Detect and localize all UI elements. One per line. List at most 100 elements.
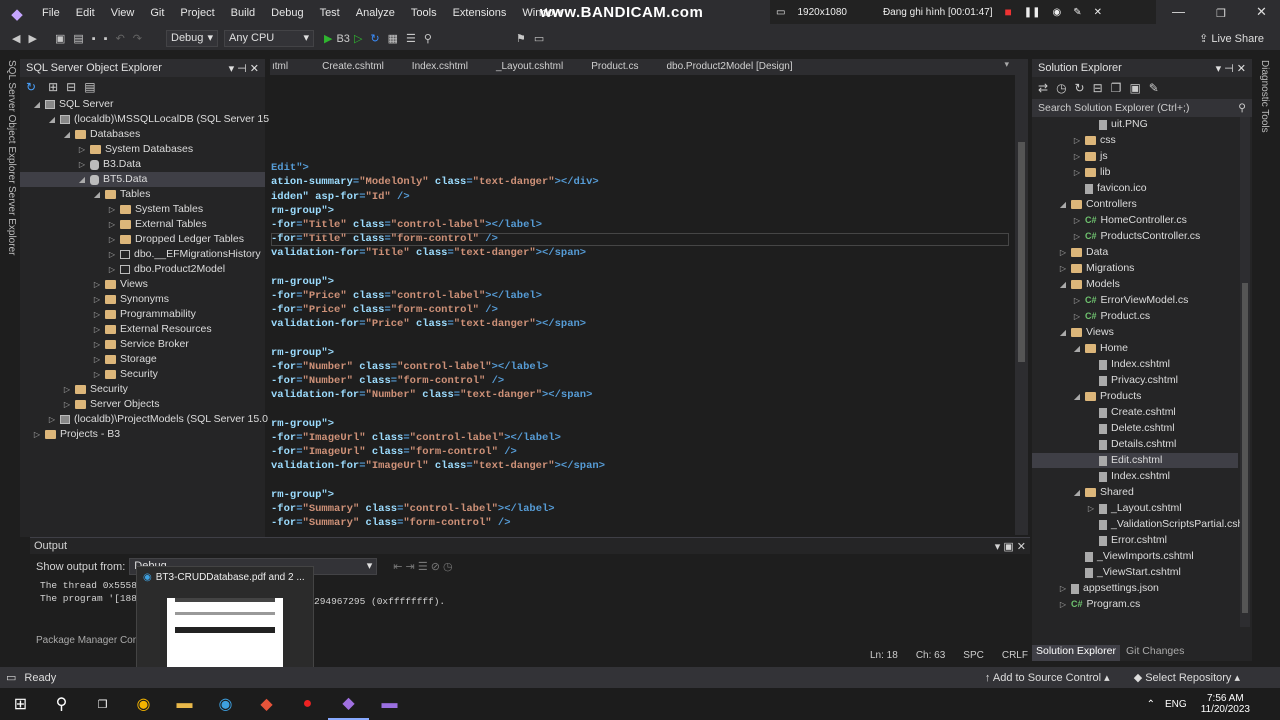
properties-icon[interactable]: ✎ [1149,81,1159,95]
menu-edit[interactable]: Edit [68,0,103,27]
monitor-icon[interactable]: ▭ [776,7,785,18]
file-explorer-icon[interactable]: ▬ [164,688,205,720]
tab-solution-explorer[interactable]: Solution Explorer [1032,645,1120,661]
expand-toggle-icon[interactable]: ◢ [1058,277,1068,292]
solution-tree-item[interactable]: ◢ Views [1058,325,1114,340]
configuration-select[interactable]: Debug ▾ [166,30,218,47]
expand-toggle-icon[interactable]: ◢ [1058,197,1068,212]
solution-scrollbar[interactable] [1240,117,1250,627]
sql-tree-item[interactable]: ▷ External Resources [92,322,212,337]
expand-toggle-icon[interactable]: ◢ [77,172,87,187]
solution-tree-item[interactable]: ◢ Controllers [1058,197,1137,212]
menu-view[interactable]: View [103,0,143,27]
sql-tree-item[interactable]: ▷ Programmability [92,307,196,322]
expand-toggle-icon[interactable]: ▷ [77,142,87,157]
menu-project[interactable]: Project [172,0,222,27]
close-recording-icon[interactable]: ✕ [1094,7,1102,18]
menu-analyze[interactable]: Analyze [348,0,403,27]
add-server-icon[interactable]: ⊞ [48,80,58,94]
tab-git-changes[interactable]: Git Changes [1120,645,1190,661]
sql-tree-item[interactable]: ▷ Projects - B3 [32,427,120,442]
expand-toggle-icon[interactable]: ▷ [1058,261,1068,276]
save-icon[interactable]: ▪ [92,33,96,45]
visual-studio-logo-icon[interactable]: ◆ [0,5,34,23]
solution-tree-item[interactable]: ▷ _Layout.cshtml [1086,501,1182,516]
solution-tree-item[interactable]: ▷ C# Program.cs [1058,597,1140,612]
menu-extensions[interactable]: Extensions [445,0,515,27]
output-panel-controls[interactable]: ▾ ▣ ✕ [995,540,1026,553]
scroll-thumb[interactable] [1242,283,1248,613]
sql-tree-item[interactable]: ▷ B3.Data [77,157,141,172]
sql-tree-item[interactable]: ▷ System Databases [77,142,193,157]
sql-tree-item[interactable]: ◢ Tables [92,187,150,202]
show-all-icon[interactable]: ▣ [1129,81,1140,95]
select-repository-button[interactable]: ◆ Select Repository ▴ [1134,671,1240,684]
expand-toggle-icon[interactable]: ◢ [1058,325,1068,340]
refresh-icon[interactable]: ↻ [370,32,379,45]
solution-tree-item[interactable]: ◢ Shared [1072,485,1134,500]
line-ending[interactable]: CRLF [1002,650,1028,661]
add-source-control-button[interactable]: ↑ Add to Source Control ▴ [985,671,1110,684]
sql-tree-item[interactable]: ◢ SQL Server [32,97,114,112]
vs-installer-icon[interactable]: ▬ [369,688,410,720]
solution-tree-item[interactable]: _ViewImports.cshtml [1072,549,1194,564]
panel-menu-icon[interactable]: ▾ ⊣ ✕ [1216,62,1246,75]
solution-tree-item[interactable]: ▷ Migrations [1058,261,1135,276]
solution-tree-item[interactable]: ▷ C# Product.cs [1072,309,1150,324]
save-all-icon[interactable]: ▪ [104,33,108,45]
menu-test[interactable]: Test [312,0,348,27]
sql-tree-item[interactable]: ▷ Synonyms [92,292,169,307]
expand-toggle-icon[interactable]: ▷ [92,367,102,382]
bandicam-icon[interactable]: ● [287,688,328,720]
solution-tree-item[interactable]: ▷ Data [1058,245,1108,260]
chrome-icon[interactable]: ◉ [123,688,164,720]
sql-tree-item[interactable]: ▷ Dropped Ledger Tables [107,232,244,247]
pen-icon[interactable]: ✎ [1073,7,1081,18]
expand-toggle-icon[interactable]: ▷ [107,247,117,262]
solution-tree-item[interactable]: Index.cshtml [1086,357,1170,372]
git-icon[interactable]: ⚲ [424,32,432,45]
expand-toggle-icon[interactable]: ▷ [1072,133,1082,148]
expand-toggle-icon[interactable]: ▷ [107,232,117,247]
expand-toggle-icon[interactable]: ▷ [77,157,87,172]
language-indicator[interactable]: ENG [1165,699,1187,710]
solution-tree-item[interactable]: Privacy.cshtml [1086,373,1178,388]
expand-toggle-icon[interactable]: ◢ [47,112,57,127]
stop-record-icon[interactable]: ■ [1004,5,1011,19]
disconnect-icon[interactable]: ⊟ [66,80,76,94]
sql-tree-item[interactable]: ▷ Service Broker [92,337,189,352]
expand-toggle-icon[interactable]: ▷ [92,352,102,367]
tab-5[interactable]: dbo.Product2Model [Design] [652,59,806,75]
expand-toggle-icon[interactable]: ▷ [1058,245,1068,260]
vtab-diagnostic-tools[interactable]: Diagnostic Tools [1259,60,1270,133]
redo-icon[interactable]: ↷ [133,32,142,45]
tab-3[interactable]: _Layout.cshtml [482,59,577,75]
expand-toggle-icon[interactable]: ▷ [47,412,57,427]
sql-tree-item[interactable]: ◢ (localdb)\MSSQLLocalDB (SQL Server 15 [47,112,269,127]
tab-package-manager[interactable]: Package Manager Cons [36,635,143,646]
new-project-icon[interactable]: ▣ [55,32,65,45]
sql-tree-item[interactable]: ▷ Security [92,367,158,382]
open-icon[interactable]: ▤ [73,32,83,45]
expand-toggle-icon[interactable]: ▷ [1072,149,1082,164]
expand-toggle-icon[interactable]: ▷ [92,307,102,322]
refresh-icon[interactable]: ↻ [26,80,36,94]
restore-icon[interactable]: ❐ [1216,7,1226,20]
solution-tree-item[interactable]: ▷ C# ProductsController.cs [1072,229,1200,244]
task-view-icon[interactable]: ❐ [82,688,123,720]
vtab-sql-object-explorer[interactable]: SQL Server Object Explorer [6,60,17,184]
sql-tree-item[interactable]: ▷ Security [62,382,128,397]
solution-tree-item[interactable]: ▷ lib [1072,165,1111,180]
back-icon[interactable]: ◀ [12,32,20,45]
solution-tree-item[interactable]: Edit.cshtml [1032,453,1238,468]
expand-toggle-icon[interactable]: ▷ [1072,165,1082,180]
expand-toggle-icon[interactable]: ▷ [1058,597,1068,612]
whitespace-mode[interactable]: SPC [963,650,984,661]
sql-tree-item[interactable]: ▷ Views [92,277,148,292]
expand-toggle-icon[interactable]: ▷ [107,217,117,232]
solution-tree-item[interactable]: favicon.ico [1072,181,1147,196]
sync-icon[interactable]: ⇄ [1038,81,1048,95]
filter-icon[interactable]: ▤ [84,80,95,94]
layout-icon[interactable]: ☰ [406,32,416,45]
expand-toggle-icon[interactable]: ▷ [107,262,117,277]
